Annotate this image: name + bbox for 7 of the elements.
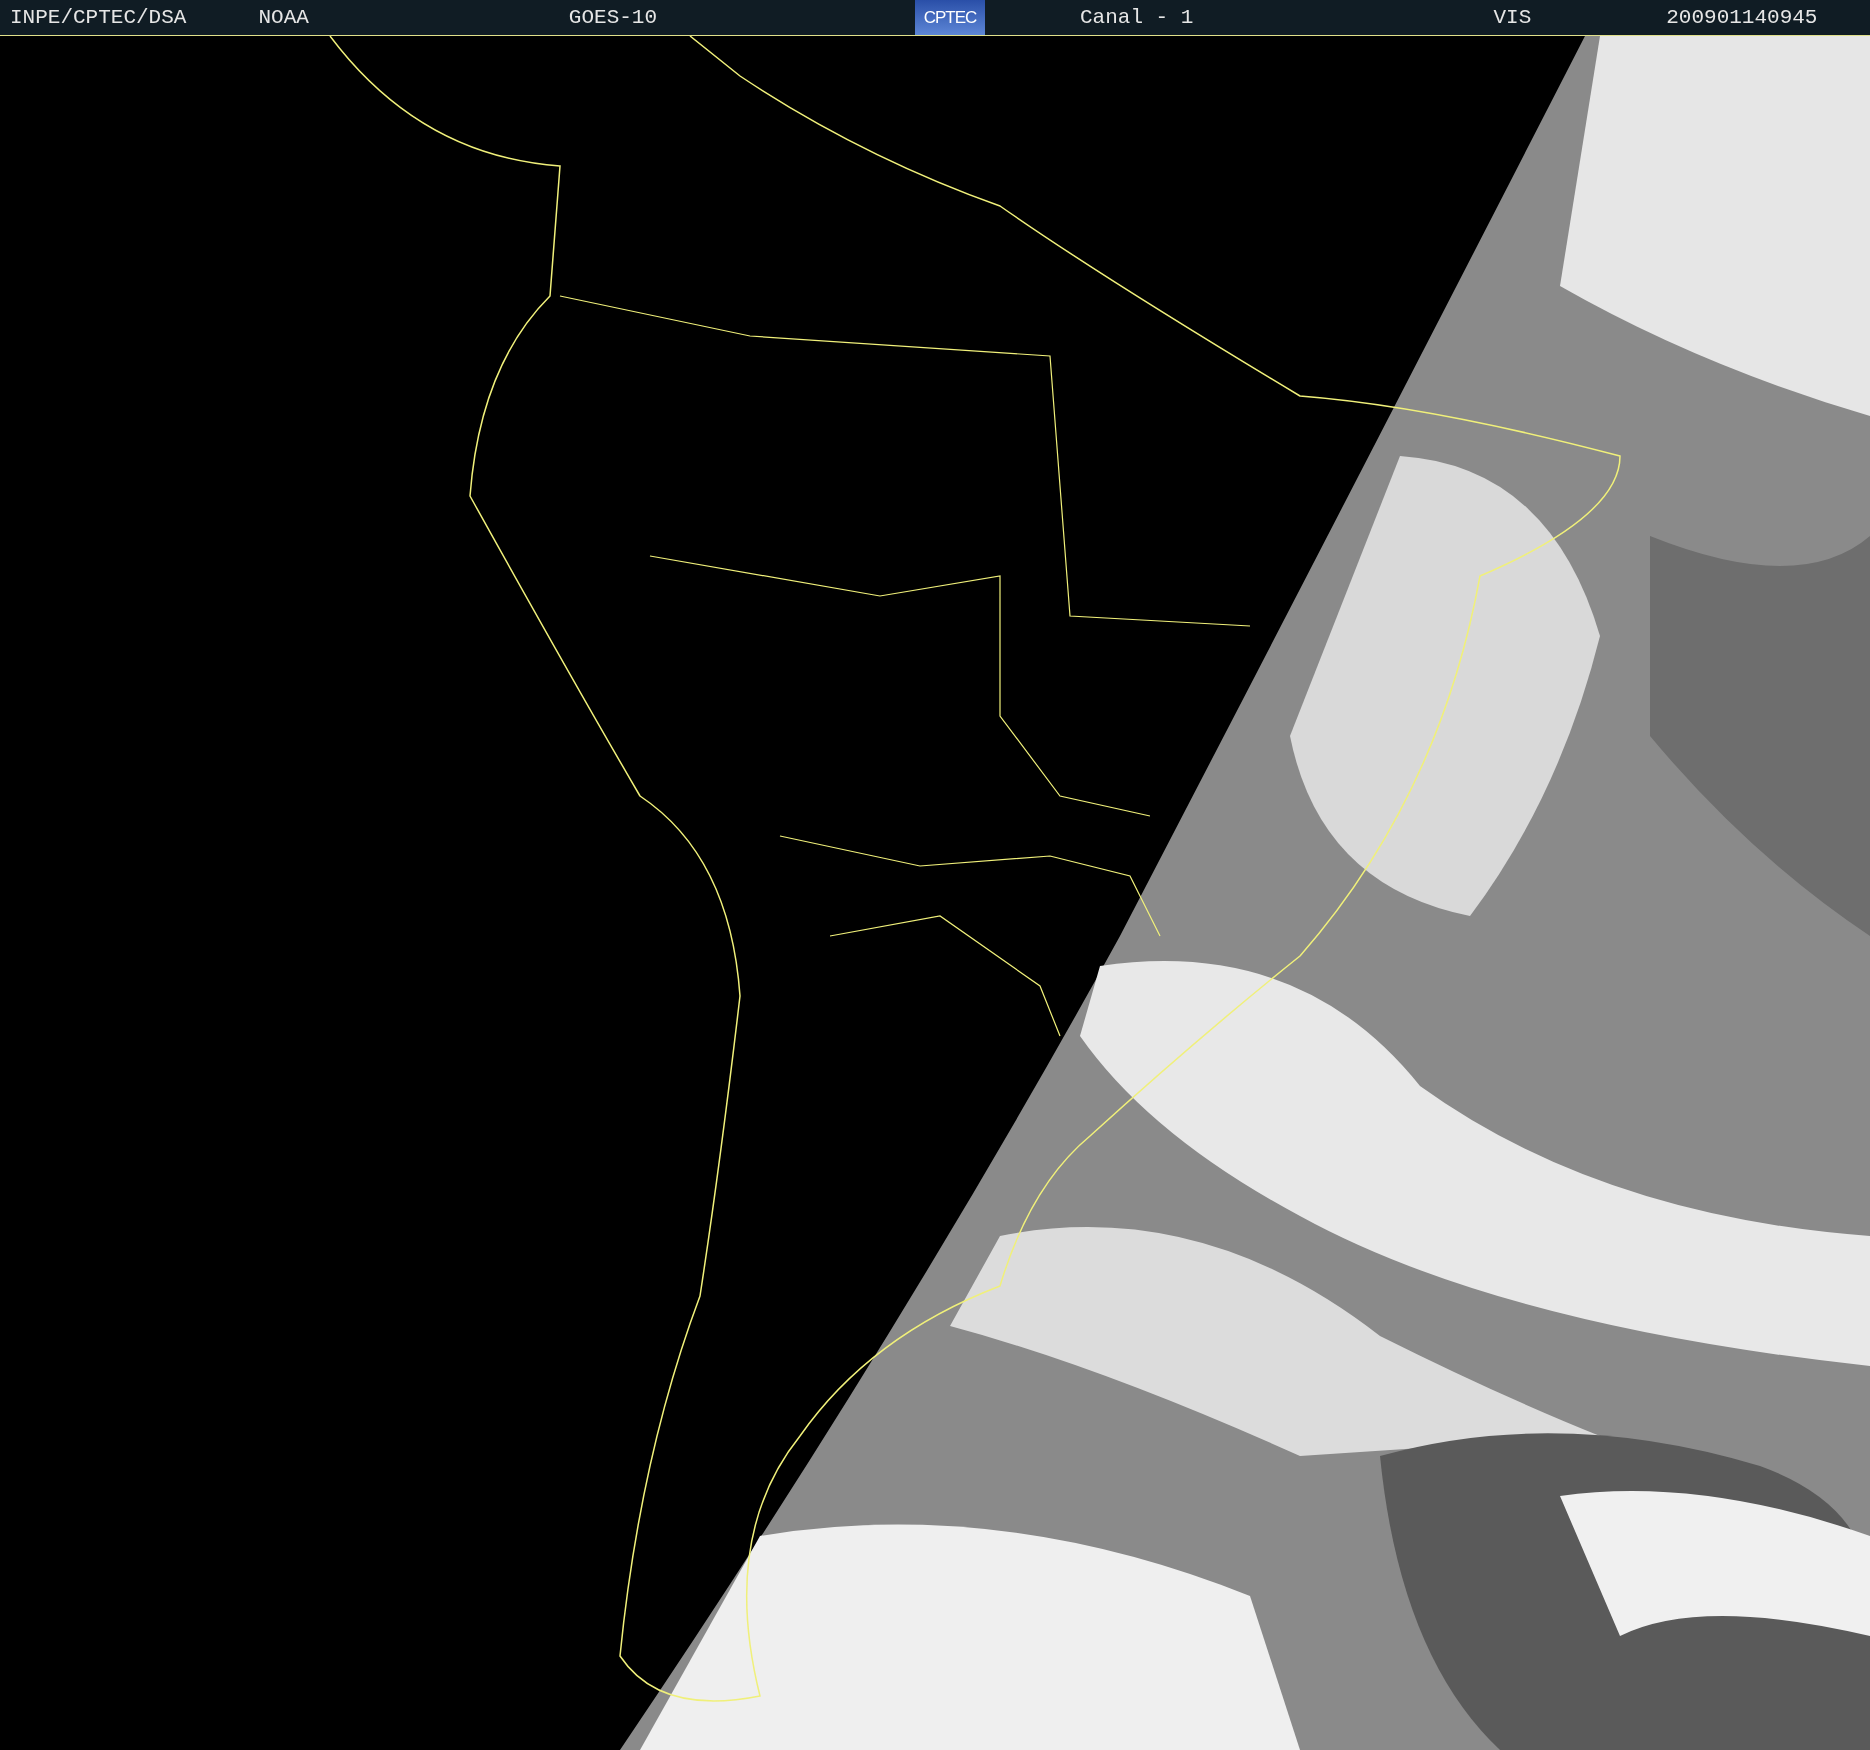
header-label: NOAA bbox=[258, 6, 309, 29]
header-label: INPE/CPTEC/DSA bbox=[10, 6, 187, 29]
header-label: Canal - 1 bbox=[1080, 6, 1194, 29]
header-label: GOES-10 bbox=[568, 6, 658, 29]
cptec-logo: CPTEC bbox=[915, 0, 985, 35]
header-label: VIS bbox=[1493, 6, 1532, 29]
header-label: 200901140945 bbox=[1666, 6, 1818, 29]
